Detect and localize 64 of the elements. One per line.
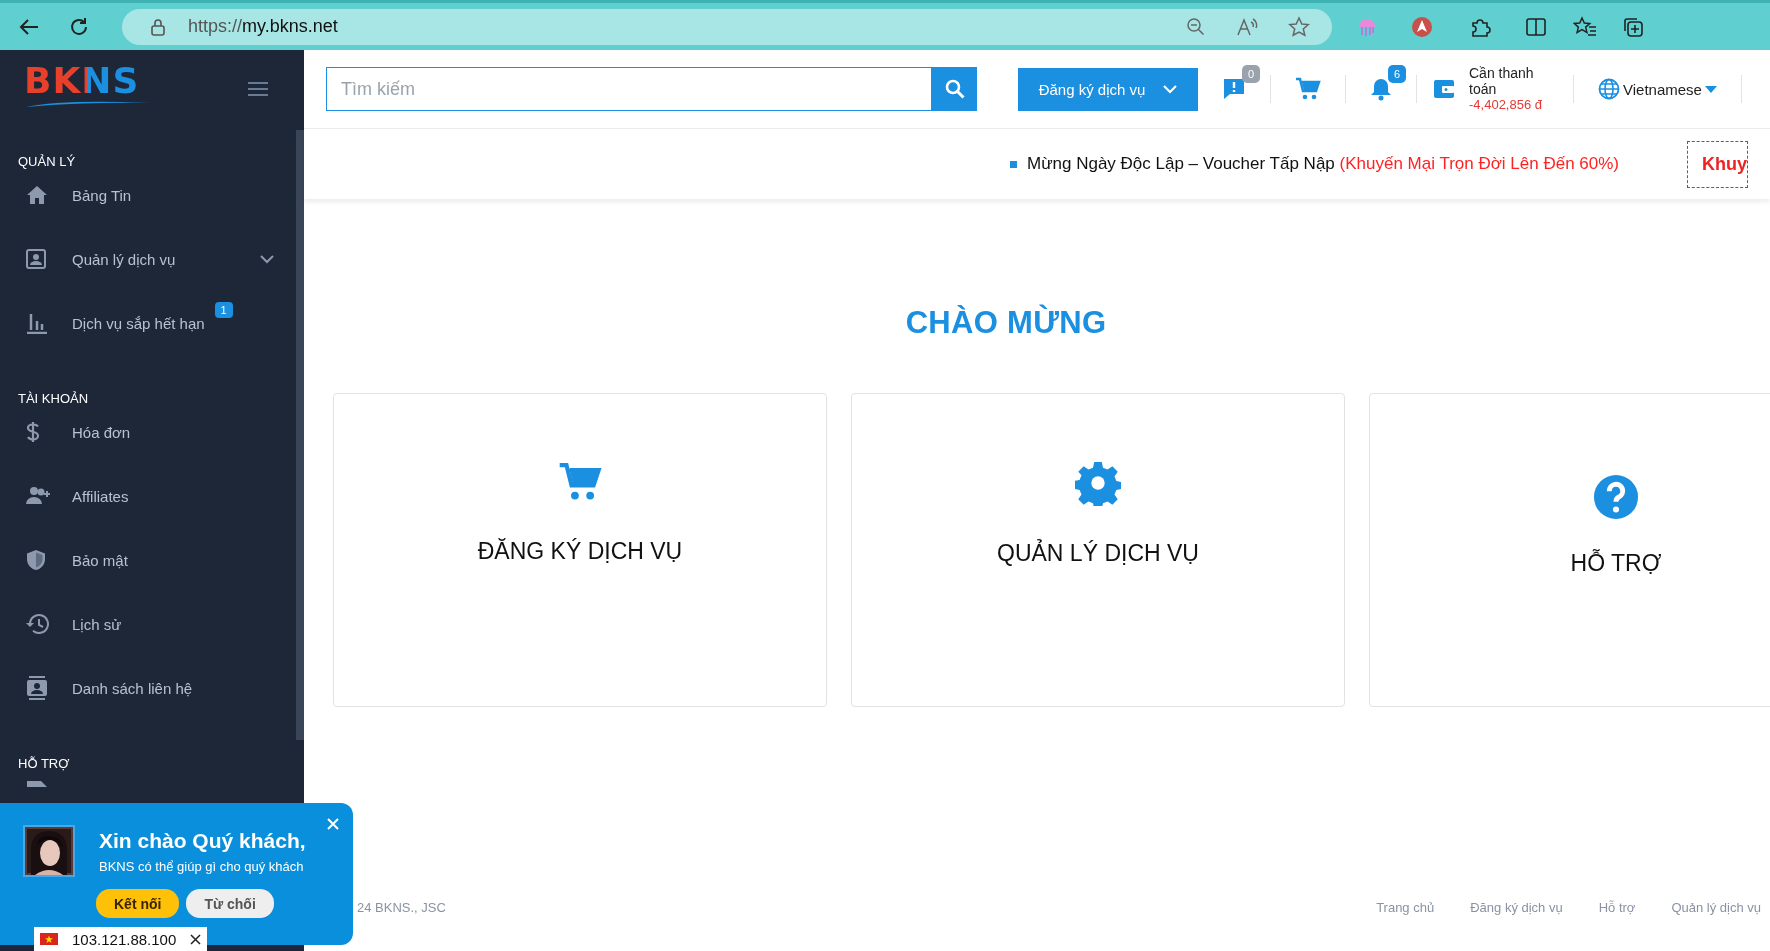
sidebar-item[interactable]: Affiliates	[0, 464, 304, 528]
bell-icon[interactable]	[1370, 77, 1392, 101]
scrollbar-thumb[interactable]	[296, 130, 304, 740]
add-user-icon	[26, 486, 52, 506]
search-button[interactable]	[932, 67, 977, 111]
reload-icon[interactable]	[68, 15, 90, 38]
wallet-icon[interactable]	[1433, 78, 1455, 100]
split-screen-icon[interactable]	[1525, 15, 1547, 38]
close-icon[interactable]	[190, 933, 202, 945]
connect-button[interactable]: Kết nối	[96, 889, 180, 918]
chevron-down-icon	[1163, 84, 1178, 94]
search-icon	[944, 79, 965, 99]
contact-card-icon	[26, 249, 46, 269]
sidebar-item[interactable]: Dịch vụ sắp hết hạn 1	[0, 291, 304, 355]
chat-greeting: Xin chào Quý khách,	[99, 828, 306, 853]
history-icon	[26, 613, 50, 635]
balance-label: Cần thanh toán	[1469, 65, 1535, 97]
welcome-title: CHÀO MỪNG	[904, 305, 1108, 341]
dollar-icon	[26, 421, 40, 443]
count-badge: 1	[214, 302, 233, 318]
section-heading: HỖ TRỢ	[17, 755, 71, 773]
gear-icon	[1075, 460, 1121, 506]
chat-message: BKNS có thể giúp gì cho quý khách	[99, 858, 305, 874]
shortcut-card[interactable]: ĐĂNG KÝ DỊCH VỤ	[333, 393, 827, 707]
home-icon	[26, 185, 48, 205]
contact-list-icon	[26, 676, 48, 700]
flag-icon	[40, 933, 58, 945]
cart-icon[interactable]	[1295, 77, 1321, 101]
news-ticker-text[interactable]: Mừng Ngày Độc Lập – Voucher Tấp Nập (Khuyến Mại Trọn Đời Lên Đến 60%)	[1027, 154, 1620, 174]
search-field[interactable]: Tìm kiếm	[326, 67, 932, 111]
sidebar-item[interactable]: Bảo mật	[0, 528, 304, 592]
url-text: https://my.bkns.net	[188, 16, 338, 37]
count-badge: 6	[1387, 65, 1406, 83]
sidebar-item[interactable]: Danh sách liên hệ	[0, 656, 304, 720]
zoom-out-icon[interactable]	[1186, 16, 1206, 37]
decline-button[interactable]: Từ chối	[186, 889, 274, 918]
section-heading: QUẢN LÝ	[17, 153, 77, 171]
navigation-icon[interactable]	[1411, 15, 1433, 38]
favorites-icon[interactable]	[1573, 15, 1597, 38]
shield-icon	[26, 549, 46, 571]
star-icon[interactable]	[1288, 15, 1310, 38]
lock-icon	[150, 17, 166, 36]
ip-address: 103.121.88.100	[72, 930, 177, 948]
language-selector[interactable]: Vietnamese	[1598, 78, 1717, 100]
shortcut-card[interactable]: QUẢN LÝ DỊCH VỤ	[851, 393, 1345, 707]
globe-icon	[1598, 78, 1620, 100]
read-aloud-icon[interactable]	[1236, 16, 1258, 37]
balance-amount: -4,402,856 đ	[1469, 97, 1543, 113]
count-badge: 0	[1241, 65, 1260, 83]
bar-chart-icon	[26, 312, 48, 334]
caret-icon	[1704, 85, 1717, 93]
menu-icon[interactable]	[248, 82, 268, 96]
section-heading: TÀI KHOẢN	[17, 390, 90, 408]
address-bar[interactable]: https://my.bkns.net	[122, 8, 1332, 45]
collections-icon[interactable]	[1622, 15, 1644, 38]
promo-label[interactable]: Khuy	[1687, 140, 1749, 188]
bullet-icon	[1010, 160, 1017, 168]
sidebar-item[interactable]: Quản lý dịch vụ	[0, 227, 304, 291]
copyright-text: 24 BKNS., JSC	[357, 899, 446, 915]
help-icon	[1593, 474, 1639, 520]
shortcut-card[interactable]: HỖ TRỢ	[1369, 393, 1770, 707]
sidebar-item[interactable]: Lịch sử	[0, 592, 304, 656]
document-icon	[26, 779, 48, 787]
message-alert-icon[interactable]	[1222, 77, 1246, 101]
